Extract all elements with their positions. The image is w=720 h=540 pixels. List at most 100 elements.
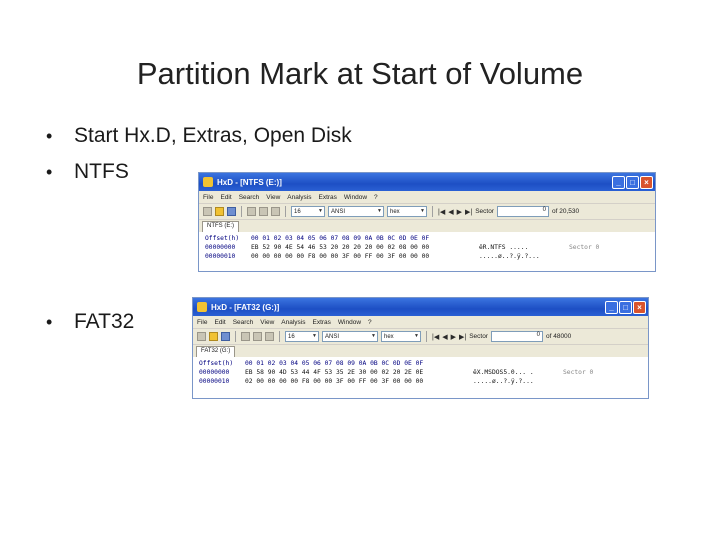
menu-analysis[interactable]: Analysis	[287, 194, 311, 201]
menu-view[interactable]: View	[260, 319, 274, 326]
toolbar-separator	[241, 206, 242, 217]
paste-icon[interactable]	[271, 207, 280, 216]
menu-file[interactable]: File	[197, 319, 207, 326]
ntfs-tabbar: NTFS (E:)	[199, 219, 655, 232]
toolbar-separator	[235, 331, 236, 342]
ntfs-titlebar: HxD - [NTFS (E:)] _ □ ×	[199, 173, 655, 191]
sector-total: of 48000	[545, 333, 572, 340]
sector-label: Sector	[469, 333, 488, 340]
ntfs-hex-view[interactable]: Offset(h) 00 01 02 03 04 05 06 07 08 09 …	[199, 232, 655, 261]
menu-help[interactable]: ?	[368, 319, 372, 326]
copy-icon[interactable]	[259, 207, 268, 216]
close-icon[interactable]: ×	[640, 175, 653, 189]
bullet-ntfs: • NTFS	[46, 160, 129, 184]
bytes-per-row-select[interactable]: 16 ▼	[291, 206, 325, 217]
first-sector-icon[interactable]: |◀	[438, 208, 445, 216]
save-icon[interactable]	[221, 332, 230, 341]
menu-file[interactable]: File	[203, 194, 213, 201]
toolbar-separator	[279, 331, 280, 342]
fat32-tabbar: FAT32 (G:)	[193, 344, 648, 357]
toolbar-separator	[426, 331, 427, 342]
fat32-hxd-window: HxD - [FAT32 (G:)] _ □ × File Edit Searc…	[192, 297, 649, 399]
new-file-icon[interactable]	[197, 332, 206, 341]
save-icon[interactable]	[227, 207, 236, 216]
maximize-icon[interactable]: □	[626, 175, 639, 189]
new-file-icon[interactable]	[203, 207, 212, 216]
chevron-down-icon: ▼	[312, 333, 317, 339]
slide-title: Partition Mark at Start of Volume	[136, 56, 584, 91]
next-sector-icon[interactable]: ▶	[457, 208, 462, 216]
menu-window[interactable]: Window	[338, 319, 361, 326]
charset-select[interactable]: ANSI ▼	[328, 206, 384, 217]
tab-ntfs[interactable]: NTFS (E:)	[202, 221, 239, 232]
hex-row: 00000000 EB 58 90 4D 53 44 4F 53 35 2E 3…	[199, 369, 594, 376]
sector-total: of 20,530	[551, 208, 580, 215]
copy-icon[interactable]	[253, 332, 262, 341]
sector-label: Sector	[475, 208, 494, 215]
menu-edit[interactable]: Edit	[214, 319, 225, 326]
toolbar-separator	[432, 206, 433, 217]
close-icon[interactable]: ×	[633, 300, 646, 314]
menu-view[interactable]: View	[266, 194, 280, 201]
menu-extras[interactable]: Extras	[313, 319, 331, 326]
bullet-open-disk: • Start Hx.D, Extras, Open Disk	[46, 124, 352, 148]
tab-fat32[interactable]: FAT32 (G:)	[196, 346, 236, 357]
menu-window[interactable]: Window	[344, 194, 367, 201]
offset-base-select[interactable]: hex ▼	[381, 331, 421, 342]
menu-analysis[interactable]: Analysis	[281, 319, 305, 326]
menu-edit[interactable]: Edit	[220, 194, 231, 201]
bullet-text: NTFS	[74, 160, 129, 183]
previous-sector-icon[interactable]: ◀	[448, 208, 453, 216]
menu-search[interactable]: Search	[233, 319, 254, 326]
chevron-down-icon: ▼	[318, 208, 323, 214]
hex-header-row: Offset(h) 00 01 02 03 04 05 06 07 08 09 …	[205, 235, 430, 242]
cut-icon[interactable]	[247, 207, 256, 216]
bytes-per-row-select[interactable]: 16 ▼	[285, 331, 319, 342]
fat32-hex-view[interactable]: Offset(h) 00 01 02 03 04 05 06 07 08 09 …	[193, 357, 648, 386]
toolbar-separator	[285, 206, 286, 217]
hex-header-row: Offset(h) 00 01 02 03 04 05 06 07 08 09 …	[199, 360, 424, 367]
chevron-down-icon: ▼	[420, 208, 425, 214]
bullet-fat32: • FAT32	[46, 310, 134, 334]
ntfs-menubar: File Edit Search View Analysis Extras Wi…	[199, 191, 655, 203]
open-folder-icon[interactable]	[215, 207, 224, 216]
previous-sector-icon[interactable]: ◀	[442, 333, 447, 341]
chevron-down-icon: ▼	[371, 333, 376, 339]
bullet-text: Start Hx.D, Extras, Open Disk	[74, 124, 352, 147]
ntfs-hxd-window: HxD - [NTFS (E:)] _ □ × File Edit Search…	[198, 172, 656, 272]
bullet-marker: •	[46, 161, 53, 182]
bullet-text: FAT32	[74, 310, 135, 333]
menu-search[interactable]: Search	[239, 194, 260, 201]
ntfs-toolbar: 16 ▼ ANSI ▼ hex ▼ |◀ ◀ ▶ ▶| Sector 0 of 20,…	[199, 203, 655, 219]
sector-input[interactable]: 0	[490, 331, 543, 342]
fat32-toolbar: 16 ▼ ANSI ▼ hex ▼ |◀ ◀ ▶ ▶| Sector 0 of 480…	[193, 328, 648, 344]
hex-row: 00000010 00 00 00 00 00 F8 00 00 3F 00 F…	[205, 253, 540, 260]
minimize-icon[interactable]: _	[605, 300, 618, 314]
window-title: HxD - [FAT32 (G:)]	[211, 302, 280, 312]
bullet-marker: •	[46, 311, 53, 332]
minimize-icon[interactable]: _	[612, 175, 625, 189]
hxd-app-icon	[197, 302, 207, 312]
chevron-down-icon: ▼	[377, 208, 382, 214]
next-sector-icon[interactable]: ▶	[451, 333, 456, 341]
sector-input[interactable]: 0	[496, 206, 549, 217]
cut-icon[interactable]	[241, 332, 250, 341]
paste-icon[interactable]	[265, 332, 274, 341]
fat32-menubar: File Edit Search View Analysis Extras Wi…	[193, 316, 648, 328]
offset-base-select[interactable]: hex ▼	[387, 206, 427, 217]
last-sector-icon[interactable]: ▶|	[459, 333, 466, 341]
open-folder-icon[interactable]	[209, 332, 218, 341]
hxd-app-icon	[203, 177, 213, 187]
charset-select[interactable]: ANSI ▼	[322, 331, 378, 342]
bullet-marker: •	[46, 125, 53, 146]
window-title: HxD - [NTFS (E:)]	[217, 177, 282, 187]
fat32-titlebar: HxD - [FAT32 (G:)] _ □ ×	[193, 298, 648, 316]
hex-row: 00000000 EB 52 90 4E 54 46 53 20 20 20 2…	[205, 244, 600, 251]
last-sector-icon[interactable]: ▶|	[465, 208, 472, 216]
first-sector-icon[interactable]: |◀	[432, 333, 439, 341]
chevron-down-icon: ▼	[414, 333, 419, 339]
maximize-icon[interactable]: □	[619, 300, 632, 314]
hex-row: 00000010 02 00 00 00 00 F8 00 00 3F 00 F…	[199, 378, 534, 385]
menu-extras[interactable]: Extras	[319, 194, 337, 201]
menu-help[interactable]: ?	[374, 194, 378, 201]
